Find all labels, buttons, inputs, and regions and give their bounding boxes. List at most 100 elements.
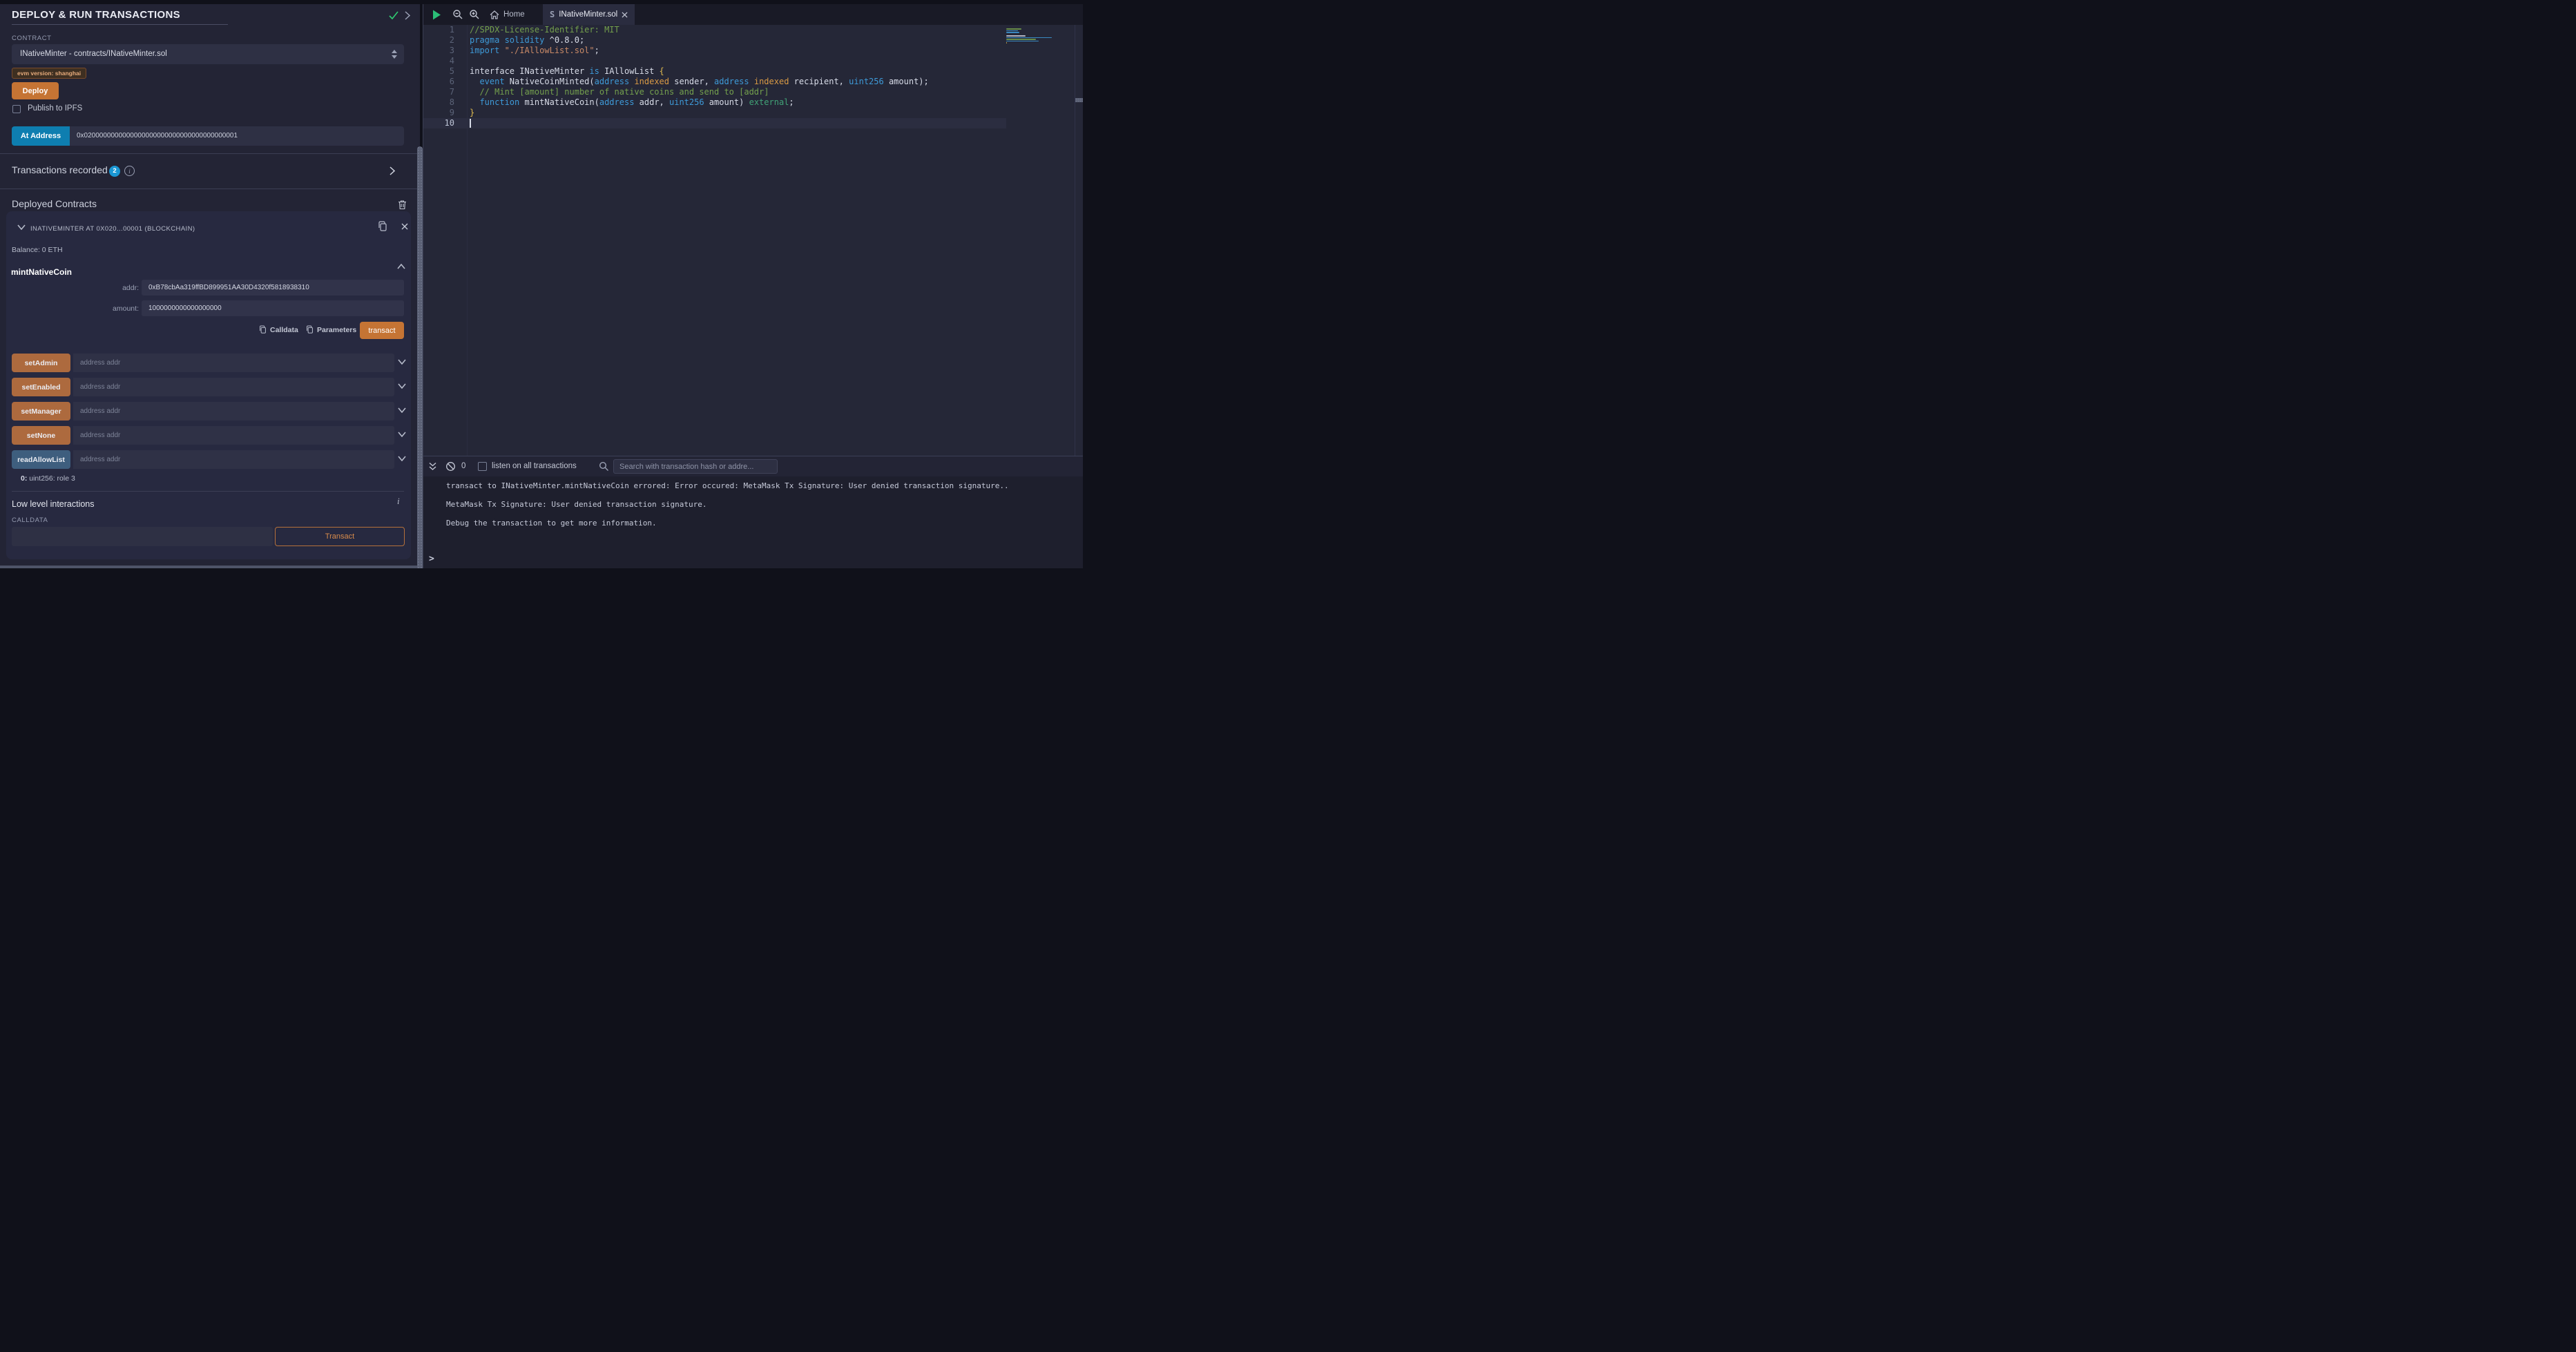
line-number: 7: [423, 87, 454, 97]
function-arg-row: amount:1000000000000000000: [6, 300, 411, 316]
editor-scrollbar-thumb[interactable]: [1075, 98, 1083, 102]
method-row: readAllowListaddress addr: [6, 450, 411, 469]
transactions-expand-chevron-icon[interactable]: [390, 166, 395, 175]
copy-parameters-control[interactable]: Parameters: [306, 325, 356, 334]
clear-contracts-trash-icon[interactable]: [398, 200, 407, 210]
run-script-play-icon[interactable]: [432, 10, 441, 20]
transactions-count-badge: 2: [109, 166, 120, 177]
listen-all-transactions-checkbox[interactable]: [478, 462, 487, 471]
minimap[interactable]: [1006, 25, 1075, 456]
method-row: setEnabledaddress addr: [6, 378, 411, 396]
terminal-header: 0 listen on all transactions: [423, 456, 1083, 476]
code-line-1: 1//SPDX-License-Identifier: MIT: [423, 25, 1006, 35]
minimap-line: [1006, 32, 1019, 33]
deploy-run-panel: DEPLOY & RUN TRANSACTIONS CONTRACT INati…: [0, 4, 420, 566]
copy-parameters-label: Parameters: [317, 326, 356, 334]
panel-horizontal-scrollbar[interactable]: [0, 566, 420, 568]
terminal-log-line: MetaMask Tx Signature: User denied trans…: [446, 500, 707, 509]
compile-success-check-icon: [389, 11, 399, 20]
calldata-input[interactable]: [12, 527, 273, 546]
code-line-4: 4: [423, 56, 1006, 66]
call-output: 0: uint256: role 3: [21, 474, 75, 483]
terminal-search-input[interactable]: [613, 459, 778, 474]
tab-home[interactable]: Home: [483, 4, 532, 25]
code-line-5: 5interface INativeMinter is IAllowList {: [423, 66, 1006, 77]
title-underline: [12, 24, 228, 25]
arg-input[interactable]: 1000000000000000000: [142, 300, 404, 316]
function-actions-row: Calldata Parameters transact: [6, 322, 411, 340]
remix-ide-window: DEPLOY & RUN TRANSACTIONS CONTRACT INati…: [0, 0, 1083, 568]
function-arg-row: addr:0xB78cbAa319ffBD899951AA30D4320f581…: [6, 280, 411, 296]
setEnabled-expand-chevron-icon[interactable]: [398, 383, 406, 389]
clear-console-ban-icon[interactable]: [445, 461, 456, 472]
tab-inativeminter-sol[interactable]: S INativeMinter.sol: [543, 4, 635, 25]
copy-icon: [306, 325, 314, 334]
output-index: 0:: [21, 474, 27, 483]
calldata-section-label: CALLDATA: [12, 516, 48, 524]
readAllowList-button[interactable]: readAllowList: [12, 450, 70, 469]
function-collapse-chevron-icon[interactable]: [397, 264, 405, 269]
terminal-log-line: Debug the transaction to get more inform…: [446, 519, 657, 528]
method-row: setAdminaddress addr: [6, 354, 411, 372]
transact-button[interactable]: transact: [360, 322, 404, 339]
code-editor[interactable]: 1//SPDX-License-Identifier: MIT2pragma s…: [423, 25, 1083, 456]
line-number: 4: [423, 56, 454, 66]
line-number: 2: [423, 35, 454, 46]
zoom-out-icon[interactable]: [452, 9, 463, 20]
terminal-collapse-icon[interactable]: [428, 462, 437, 471]
line-number: 3: [423, 46, 454, 56]
transactions-info-icon[interactable]: i: [124, 166, 135, 176]
publish-ipfs-checkbox[interactable]: [12, 105, 21, 113]
low-level-info-icon[interactable]: i: [397, 496, 400, 507]
pending-tx-count: 0: [461, 462, 465, 470]
tab-active-label: INativeMinter.sol: [559, 10, 617, 19]
low-level-title: Low level interactions: [12, 499, 95, 509]
panel-title: DEPLOY & RUN TRANSACTIONS: [12, 9, 180, 21]
setAdmin-button[interactable]: setAdmin: [12, 354, 70, 372]
remove-contract-close-icon[interactable]: [401, 223, 408, 230]
copy-calldata-control[interactable]: Calldata: [259, 325, 298, 334]
setAdmin-expand-chevron-icon[interactable]: [398, 359, 406, 365]
terminal-output[interactable]: > transact to INativeMinter.mintNativeCo…: [423, 476, 1083, 568]
zoom-in-icon[interactable]: [469, 9, 480, 20]
method-row: setNoneaddress addr: [6, 426, 411, 445]
line-number: 8: [423, 97, 454, 108]
readAllowList-input[interactable]: address addr: [73, 450, 394, 469]
setEnabled-input[interactable]: address addr: [73, 378, 394, 396]
contract-collapse-chevron-icon[interactable]: [17, 224, 26, 230]
minimap-line: [1006, 39, 1036, 40]
at-address-input[interactable]: 0x02000000000000000000000000000000000000…: [70, 126, 404, 146]
output-value: uint256: role 3: [27, 474, 75, 483]
setManager-expand-chevron-icon[interactable]: [398, 407, 406, 413]
low-level-transact-button[interactable]: Transact: [275, 527, 405, 546]
deploy-button[interactable]: Deploy: [12, 82, 59, 99]
line-number: 1: [423, 25, 454, 35]
at-address-button[interactable]: At Address: [12, 126, 70, 146]
setNone-expand-chevron-icon[interactable]: [398, 432, 406, 437]
setManager-input[interactable]: address addr: [73, 402, 394, 421]
setManager-button[interactable]: setManager: [12, 402, 70, 421]
line-number: 5: [423, 66, 454, 77]
tab-close-icon[interactable]: [622, 12, 628, 18]
contract-instance-title: INATIVEMINTER AT 0X020...00001 (BLOCKCHA…: [30, 225, 195, 233]
contract-label: CONTRACT: [12, 35, 52, 42]
panel-expand-chevron-icon[interactable]: [405, 11, 410, 20]
function-name: mintNativeCoin: [11, 267, 72, 277]
solidity-file-icon: S: [550, 10, 555, 19]
code-line-8: 8 function mintNativeCoin(address addr, …: [423, 97, 1006, 108]
section-divider: [0, 153, 420, 154]
copy-address-icon[interactable]: [378, 221, 387, 232]
card-divider: [12, 491, 404, 492]
arg-input[interactable]: 0xB78cbAa319ffBD899951AA30D4320f58189383…: [142, 280, 404, 296]
minimap-line: [1006, 30, 1018, 32]
setNone-input[interactable]: address addr: [73, 426, 394, 445]
panel-scrollbar-thumb[interactable]: [417, 146, 423, 568]
setNone-button[interactable]: setNone: [12, 426, 70, 445]
setAdmin-input[interactable]: address addr: [73, 354, 394, 372]
deployed-contract-card: INATIVEMINTER AT 0X020...00001 (BLOCKCHA…: [6, 211, 411, 559]
readAllowList-expand-chevron-icon[interactable]: [398, 456, 406, 461]
publish-ipfs-label: Publish to IPFS: [28, 104, 82, 113]
setEnabled-button[interactable]: setEnabled: [12, 378, 70, 396]
minimap-line: [1006, 28, 1021, 30]
contract-select[interactable]: INativeMinter - contracts/INativeMinter.…: [12, 44, 404, 64]
